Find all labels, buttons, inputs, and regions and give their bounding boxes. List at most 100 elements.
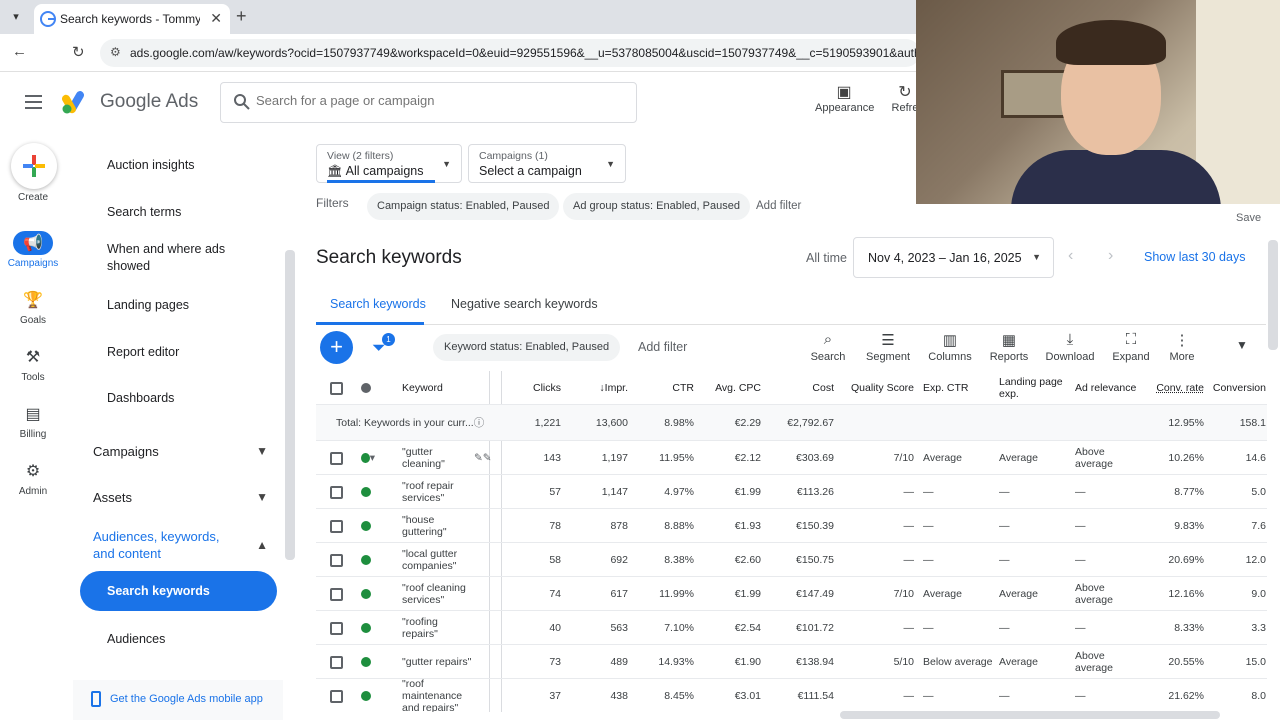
next-period-icon[interactable]: › (1108, 247, 1113, 265)
nav-item-dashboards[interactable]: Dashboards (107, 390, 277, 407)
mobile-app-link[interactable]: Get the Google Ads mobile app (73, 680, 283, 720)
cell-value: Average (923, 452, 962, 464)
cell-keyword[interactable]: "roof maintenance and repairs" (402, 678, 472, 712)
appearance-button[interactable]: ▣ Appearance (815, 82, 874, 114)
column-header-exp-ctr[interactable]: Exp. CTR (923, 371, 993, 405)
add-keyword-button[interactable]: + (320, 331, 353, 364)
column-header-cost[interactable]: Cost (768, 371, 834, 405)
nav-section-campaigns[interactable]: Campaigns ▼ (93, 444, 268, 459)
total-avg-cpc: €2.29 (734, 417, 761, 429)
search-tool-button[interactable]: ⌕ Search (808, 331, 848, 363)
edit-pencil-icon[interactable]: ✎✎ (474, 452, 492, 464)
back-icon[interactable]: ← (12, 43, 27, 60)
cell-value: €101.72 (796, 622, 834, 634)
column-header-impr[interactable]: ↓ Impr. (568, 371, 628, 405)
row-checkbox[interactable] (330, 485, 343, 499)
collapse-chevron-icon[interactable]: ▼ (1236, 338, 1248, 352)
refresh-label: Refre (891, 102, 919, 114)
cell-value: — (999, 554, 1010, 566)
row-checkbox[interactable] (330, 621, 343, 635)
tab-list-icon[interactable]: ▾ (6, 7, 26, 27)
download-tool-button[interactable]: ⤓ Download (1045, 331, 1095, 363)
cell-exp-ctr: — (923, 475, 993, 509)
help-icon[interactable]: ⓘ (474, 417, 485, 429)
nav-item-audiences[interactable]: Audiences (107, 631, 277, 648)
rail-item-admin[interactable]: ⚙ Admin (0, 459, 66, 497)
filter-chip-keyword-status[interactable]: Keyword status: Enabled, Paused (433, 334, 621, 361)
previous-period-icon[interactable]: ‹ (1068, 247, 1073, 265)
nav-item-when-where[interactable]: When and where ads showed (107, 241, 257, 275)
add-filter-table-button[interactable]: Add filter (638, 340, 687, 354)
column-header-landing[interactable]: Landing page exp. (999, 371, 1069, 405)
more-tool-button[interactable]: ⋮ More (1166, 331, 1198, 363)
view-selector[interactable]: View (2 filters) 🏛 All campaigns ▼ (316, 144, 462, 183)
date-range-picker[interactable]: Nov 4, 2023 – Jan 16, 2025 ▼ (853, 237, 1054, 278)
rail-item-tools[interactable]: ⚒ Tools (0, 345, 66, 383)
campaign-selector[interactable]: Campaigns (1) Select a campaign ▼ (468, 144, 626, 183)
nav-section-assets[interactable]: Assets ▼ (93, 490, 268, 505)
row-checkbox[interactable] (330, 689, 343, 703)
total-label-text: Total: Keywords in your curr... (336, 417, 474, 429)
nav-section-audiences[interactable]: Audiences, keywords, and content ▲ (93, 528, 268, 562)
rail-item-campaigns[interactable]: 📢 Campaigns (0, 231, 66, 269)
reports-tool-button[interactable]: ▦ Reports (988, 331, 1030, 363)
row-checkbox[interactable] (330, 519, 343, 533)
browser-tab[interactable]: Search keywords - Tommy Goo ✕ (34, 4, 230, 34)
column-header-qs[interactable]: Quality Score (842, 371, 914, 405)
close-tab-icon[interactable]: ✕ (210, 10, 222, 27)
tab-search-keywords[interactable]: Search keywords (330, 297, 426, 311)
reload-icon[interactable]: ↻ (72, 43, 85, 61)
menu-icon[interactable] (25, 95, 42, 109)
columns-tool-button[interactable]: ▥ Columns (926, 331, 974, 363)
rail-item-goals[interactable]: 🏆 Goals (0, 288, 66, 326)
page-search-box[interactable] (220, 82, 637, 123)
horizontal-scrollbar[interactable] (840, 711, 1220, 719)
column-header-conv-rate[interactable]: Conv. rate (1144, 371, 1204, 405)
vertical-scrollbar[interactable] (1268, 240, 1278, 350)
column-header-ctr[interactable]: CTR (634, 371, 694, 405)
show-last-30-days-link[interactable]: Show last 30 days (1144, 250, 1245, 264)
omnibox[interactable]: ⚙ ads.google.com/aw/keywords?ocid=150793… (100, 39, 920, 67)
row-checkbox[interactable] (330, 655, 343, 669)
search-input[interactable] (256, 93, 626, 108)
cell-keyword[interactable]: "roof cleaning services" (402, 577, 472, 611)
nav-item-landing-pages[interactable]: Landing pages (107, 297, 277, 314)
rail-item-billing[interactable]: ▤ Billing (0, 402, 66, 440)
filter-chip-adgroup-status[interactable]: Ad group status: Enabled, Paused (563, 193, 750, 220)
new-tab-icon[interactable]: + (236, 6, 247, 27)
status-dropdown-icon[interactable]: ▾ (370, 452, 375, 464)
nav-item-report-editor[interactable]: Report editor (107, 344, 277, 361)
cell-keyword[interactable]: "gutter cleaning" ✎✎ (402, 441, 492, 475)
nav-item-auction-insights[interactable]: Auction insights (107, 157, 277, 174)
tab-negative-keywords[interactable]: Negative search keywords (451, 297, 598, 311)
url-text[interactable]: ads.google.com/aw/keywords?ocid=15079377… (130, 46, 916, 60)
add-filter-button[interactable]: Add filter (756, 200, 801, 212)
row-checkbox[interactable] (330, 553, 343, 567)
column-header-relevance[interactable]: Ad relevance (1075, 371, 1145, 405)
select-all-checkbox[interactable] (330, 381, 343, 395)
row-checkbox[interactable] (330, 587, 343, 601)
nav-item-search-terms[interactable]: Search terms (107, 204, 277, 221)
cell-keyword[interactable]: "roofing repairs" (402, 611, 472, 645)
segment-tool-button[interactable]: ☰ Segment (864, 331, 912, 363)
column-header-clicks[interactable]: Clicks (506, 371, 561, 405)
cell-ctr: 14.93% (634, 645, 694, 679)
create-button[interactable] (11, 143, 57, 189)
column-header-conversions[interactable]: Conversion (1211, 371, 1266, 405)
cell-value: — (1075, 622, 1086, 634)
column-header-avg-cpc[interactable]: Avg. CPC (702, 371, 761, 405)
nav-item-search-keywords[interactable]: Search keywords (80, 571, 277, 611)
expand-tool-button[interactable]: ⛶ Expand (1111, 331, 1151, 363)
filter-chip-campaign-status[interactable]: Campaign status: Enabled, Paused (367, 193, 560, 220)
cell-keyword[interactable]: "local gutter companies" (402, 543, 472, 577)
site-info-icon[interactable]: ⚙ (110, 45, 121, 59)
cell-keyword[interactable]: "roof repair services" (402, 475, 472, 509)
cell-keyword[interactable]: "house guttering" (402, 509, 472, 543)
column-header-keyword[interactable]: Keyword (402, 371, 488, 405)
row-checkbox[interactable] (330, 451, 343, 465)
cell-value: 563 (610, 622, 628, 634)
cell-keyword[interactable]: "gutter repairs" (402, 645, 472, 679)
cell-value: €3.01 (734, 690, 761, 702)
save-button[interactable]: Save (1236, 212, 1261, 224)
sidebar-scrollbar[interactable] (285, 250, 295, 560)
